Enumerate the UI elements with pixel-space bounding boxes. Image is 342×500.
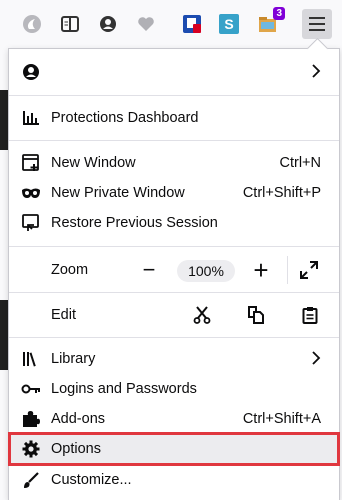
toolbar: S 3 [0, 0, 342, 48]
cut-button[interactable] [191, 304, 213, 326]
new-private-window-item[interactable]: New Private Window Ctrl+Shift+P [9, 178, 339, 208]
customize-item[interactable]: Customize... [9, 465, 339, 495]
library-icon [21, 349, 41, 369]
restore-session-label: Restore Previous Session [51, 215, 218, 231]
separator [9, 246, 339, 247]
zoom-label: Zoom [51, 262, 89, 278]
scissors-icon [193, 306, 211, 324]
new-window-shortcut: Ctrl+N [279, 155, 322, 171]
options-item[interactable]: Options [8, 432, 340, 466]
app-menu-panel: Protections Dashboard New Window Ctrl+N … [8, 37, 340, 500]
fullscreen-icon [300, 261, 318, 279]
new-private-window-shortcut: Ctrl+Shift+P [242, 185, 321, 201]
edit-label: Edit [51, 307, 76, 323]
puzzle-piece-icon [21, 409, 41, 429]
customize-label: Customize... [51, 472, 132, 488]
zoom-row: Zoom − 100% + [9, 253, 339, 287]
protections-dashboard-label: Protections Dashboard [51, 110, 199, 126]
clipboard-icon [302, 307, 318, 324]
notifier-icon[interactable] [177, 9, 207, 39]
zoom-out-button[interactable]: − [137, 257, 161, 282]
chevron-right-icon [311, 64, 321, 82]
logins-passwords-label: Logins and Passwords [51, 381, 197, 397]
copy-icon [248, 306, 264, 324]
chart-icon [21, 108, 41, 128]
account-row[interactable] [9, 57, 339, 87]
mask-icon [21, 183, 41, 203]
separator [287, 256, 288, 284]
new-window-label: New Window [51, 155, 136, 171]
addons-shortcut: Ctrl+Shift+A [242, 411, 321, 427]
notification-badge: 3 [273, 7, 285, 20]
extension-stack-icon[interactable]: 3 [253, 7, 285, 39]
fullscreen-button[interactable] [299, 260, 319, 280]
paintbrush-icon [21, 470, 41, 490]
copy-button[interactable] [245, 304, 267, 326]
options-label: Options [51, 441, 101, 457]
pocket-icon[interactable] [131, 9, 161, 39]
gear-icon [21, 439, 41, 459]
zoom-reset-button[interactable]: 100% [177, 260, 235, 282]
stylus-icon[interactable]: S [214, 9, 244, 39]
page-background [0, 300, 8, 370]
chevron-right-icon [311, 351, 321, 369]
zoom-in-button[interactable]: + [249, 255, 273, 285]
restore-session-icon [21, 213, 41, 233]
page-background [0, 90, 8, 150]
sync-icon[interactable] [17, 9, 47, 39]
new-window-item[interactable]: New Window Ctrl+N [9, 148, 339, 178]
protections-dashboard-item[interactable]: Protections Dashboard [9, 103, 339, 133]
svg-text:S: S [224, 16, 233, 32]
new-private-window-label: New Private Window [51, 185, 185, 201]
account-icon [21, 62, 41, 82]
separator [9, 95, 339, 96]
separator [9, 337, 339, 338]
new-window-icon [21, 153, 41, 173]
key-icon [21, 379, 41, 399]
library-item[interactable]: Library [9, 344, 339, 374]
edit-row: Edit [9, 298, 339, 332]
addons-label: Add-ons [51, 411, 106, 427]
logins-passwords-item[interactable]: Logins and Passwords [9, 374, 339, 404]
library-label: Library [51, 351, 96, 367]
hamburger-menu-icon [309, 17, 325, 31]
account-icon[interactable] [93, 9, 123, 39]
restore-session-item[interactable]: Restore Previous Session [9, 208, 339, 238]
addons-item[interactable]: Add-ons Ctrl+Shift+A [9, 404, 339, 434]
paste-button[interactable] [299, 304, 321, 326]
reader-view-icon[interactable] [55, 9, 85, 39]
separator [9, 140, 339, 141]
hamburger-menu-button[interactable] [302, 9, 332, 39]
separator [9, 292, 339, 293]
